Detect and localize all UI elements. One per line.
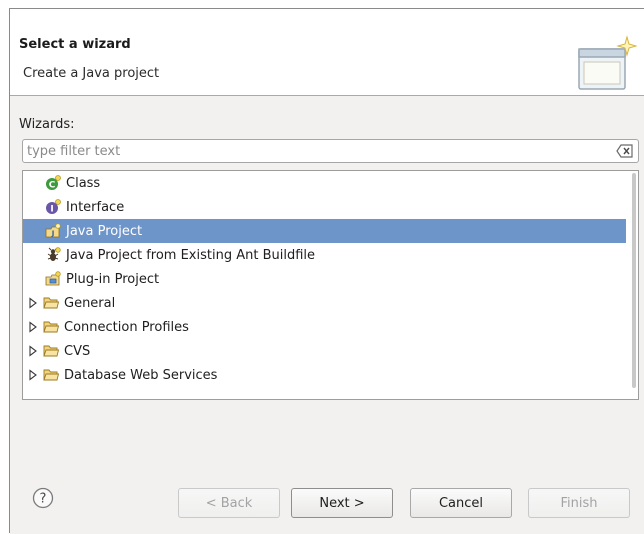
tree-item-label: CVS (64, 343, 91, 359)
svg-text:J: J (51, 230, 55, 238)
banner-description: Create a Java project (23, 66, 160, 81)
banner-title: Select a wizard (19, 37, 131, 52)
svg-text:I: I (50, 205, 53, 215)
wizard-dialog: Select a wizard Create a Java project Wi… (9, 8, 644, 534)
wizard-tree[interactable]: C Class I Interface J Java Project Java … (22, 170, 639, 400)
ant-buildfile-icon (45, 247, 61, 263)
tree-folder-connection-profiles[interactable]: Connection Profiles (23, 315, 626, 339)
tree-item-ant-project[interactable]: Java Project from Existing Ant Buildfile (23, 243, 626, 267)
tree-item-label: Connection Profiles (64, 319, 189, 335)
tree-folder-cvs[interactable]: CVS (23, 339, 626, 363)
svg-text:C: C (49, 181, 56, 191)
tree-item-label: Java Project from Existing Ant Buildfile (66, 247, 316, 263)
tree-item-label: Plug-in Project (66, 271, 160, 287)
tree-item-class[interactable]: C Class (23, 171, 626, 195)
tree-item-label: General (64, 295, 116, 311)
finish-button[interactable]: Finish (528, 488, 630, 518)
tree-scrollbar[interactable] (628, 171, 638, 399)
java-interface-icon: I (45, 199, 61, 215)
folder-icon (43, 367, 60, 383)
plugin-project-icon (45, 271, 61, 287)
folder-icon (43, 343, 60, 359)
java-class-icon: C (45, 175, 61, 191)
expand-arrow-icon[interactable] (28, 321, 38, 333)
expand-arrow-icon[interactable] (28, 345, 38, 357)
tree-folder-general[interactable]: General (23, 291, 626, 315)
tree-item-java-project[interactable]: J Java Project (23, 219, 626, 243)
wizard-banner-icon (577, 35, 638, 95)
cancel-button[interactable]: Cancel (410, 488, 512, 518)
filter-field[interactable] (22, 139, 639, 163)
wizard-banner: Select a wizard Create a Java project (10, 9, 644, 96)
folder-icon (43, 295, 60, 311)
tree-item-label: Database Web Services (64, 367, 218, 383)
tree-item-label: Interface (66, 199, 125, 215)
wizards-label: Wizards: (19, 117, 75, 132)
svg-text:?: ? (40, 492, 47, 507)
folder-icon (43, 319, 60, 335)
tree-item-plugin-project[interactable]: Plug-in Project (23, 267, 626, 291)
java-project-icon: J (45, 223, 61, 239)
clear-filter-icon[interactable] (616, 144, 634, 158)
tree-folder-database-web-services[interactable]: Database Web Services (23, 363, 626, 387)
tree-item-label: Java Project (66, 223, 143, 239)
help-icon[interactable]: ? (32, 487, 54, 509)
filter-input[interactable] (27, 142, 607, 160)
scrollbar-thumb[interactable] (632, 173, 636, 388)
next-button[interactable]: Next > (291, 488, 393, 518)
expand-arrow-icon[interactable] (28, 369, 38, 381)
tree-item-interface[interactable]: I Interface (23, 195, 626, 219)
button-bar: ? < Back Next > Cancel Finish (10, 415, 644, 534)
expand-arrow-icon[interactable] (28, 297, 38, 309)
tree-item-label: Class (66, 175, 101, 191)
back-button[interactable]: < Back (178, 488, 280, 518)
